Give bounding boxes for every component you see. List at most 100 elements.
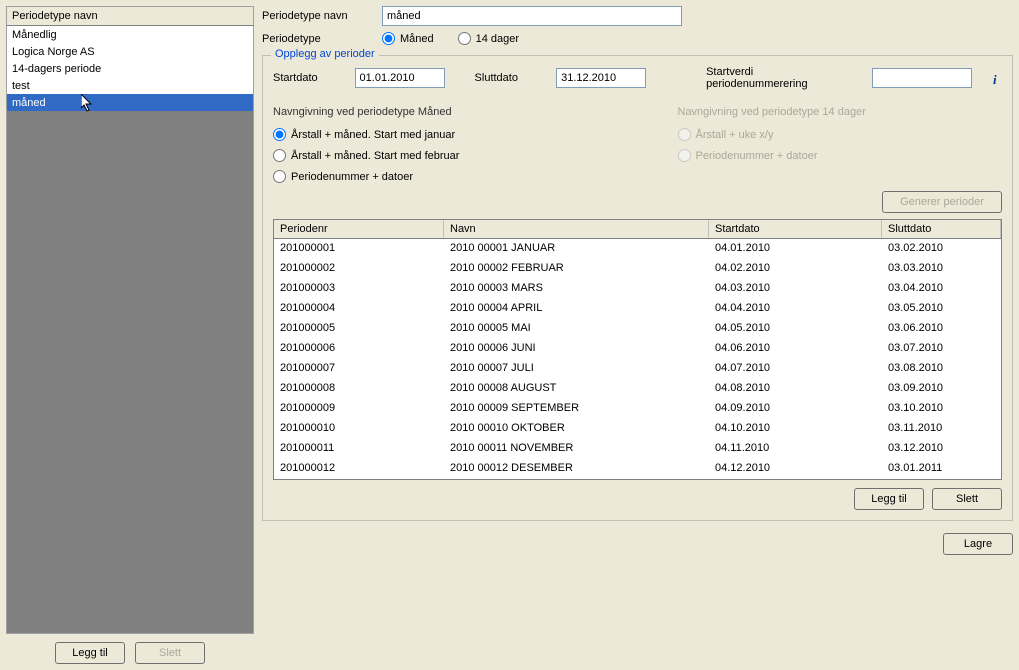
periodetype-listbox[interactable]: Månedlig Logica Norge AS 14-dagers perio… [6,26,254,634]
month-jan-radio-input[interactable] [273,128,286,141]
table-row[interactable]: 2010000092010 00009 SEPTEMBER04.09.20100… [274,399,1001,419]
list-item[interactable]: test [7,77,253,94]
table-cell: 04.12.2010 [709,459,882,479]
table-cell: 03.08.2010 [882,359,1001,379]
table-cell: 201000007 [274,359,444,379]
table-cell: 201000009 [274,399,444,419]
table-cell: 201000008 [274,379,444,399]
left-add-button[interactable]: Legg til [55,642,125,664]
th-periodenr[interactable]: Periodenr [274,220,444,238]
startdate-input[interactable] [355,68,445,88]
startnum-input[interactable] [872,68,972,88]
table-row[interactable]: 2010000082010 00008 AUGUST04.08.201003.0… [274,379,1001,399]
month-num-radio[interactable]: Periodenummer + datoer [273,170,598,183]
table-cell: 04.07.2010 [709,359,882,379]
table-cell: 201000006 [274,339,444,359]
month-num-radio-input[interactable] [273,170,286,183]
table-row[interactable]: 2010000052010 00005 MAI04.05.201003.06.2… [274,319,1001,339]
table-row[interactable]: 2010000062010 00006 JUNI04.06.201003.07.… [274,339,1001,359]
14-num-radio-input [678,149,691,162]
list-item[interactable]: Månedlig [7,26,253,43]
list-item[interactable]: 14-dagers periode [7,60,253,77]
month-num-label: Periodenummer + datoer [291,171,413,183]
table-cell: 2010 00007 JULI [444,359,709,379]
th-startdato[interactable]: Startdato [709,220,882,238]
table-cell: 201000005 [274,319,444,339]
table-header-row: Periodenr Navn Startdato Sluttdato [274,220,1001,239]
table-cell: 04.02.2010 [709,259,882,279]
table-cell: 2010 00008 AUGUST [444,379,709,399]
table-cell: 201000012 [274,459,444,479]
naming-14-options: Årstall + uke x/y Periodenummer + datoer [678,128,1003,162]
month-jan-radio[interactable]: Årstall + måned. Start med januar [273,128,598,141]
periodetype-list-header: Periodetype navn [6,6,254,26]
table-cell: 201000003 [274,279,444,299]
name-row: Periodetype navn [262,6,1013,26]
14-num-label: Periodenummer + datoer [696,150,818,162]
footer-row: Lagre [262,527,1013,555]
save-button[interactable]: Lagre [943,533,1013,555]
table-cell: 201000001 [274,239,444,259]
left-panel: Periodetype navn Månedlig Logica Norge A… [6,6,254,664]
table-row[interactable]: 2010000122010 00012 DESEMBER04.12.201003… [274,459,1001,479]
table-row[interactable]: 2010000012010 00001 JANUAR04.01.201003.0… [274,239,1001,259]
14-week-radio: Årstall + uke x/y [678,128,1003,141]
th-sluttdato[interactable]: Sluttdato [882,220,1001,238]
periods-table: Periodenr Navn Startdato Sluttdato 20100… [273,219,1002,480]
naming-month-heading: Navngivning ved periodetype Måned [273,106,598,118]
naming-14-heading: Navngivning ved periodetype 14 dager [678,106,1003,118]
listbox-items: Månedlig Logica Norge AS 14-dagers perio… [7,26,253,111]
table-cell: 03.07.2010 [882,339,1001,359]
period-setup-fieldset: Opplegg av perioder Startdato Sluttdato … [262,55,1013,521]
table-row[interactable]: 2010000032010 00003 MARS04.03.201003.04.… [274,279,1001,299]
list-item[interactable]: Logica Norge AS [7,43,253,60]
month-feb-label: Årstall + måned. Start med februar [291,150,459,162]
14-week-radio-input [678,128,691,141]
table-delete-button[interactable]: Slett [932,488,1002,510]
type-14-radio-input[interactable] [458,32,471,45]
th-navn[interactable]: Navn [444,220,709,238]
table-row[interactable]: 2010000112010 00011 NOVEMBER04.11.201003… [274,439,1001,459]
14-week-label: Årstall + uke x/y [696,129,774,141]
right-panel: Periodetype navn Periodetype Måned 14 da… [262,6,1013,664]
table-cell: 03.06.2010 [882,319,1001,339]
startdate-label: Startdato [273,72,345,84]
table-cell: 04.06.2010 [709,339,882,359]
table-cell: 03.11.2010 [882,419,1001,439]
type-month-radio[interactable]: Måned [382,32,434,45]
table-cell: 03.04.2010 [882,279,1001,299]
list-item-selected[interactable]: måned [7,94,253,111]
table-cell: 04.04.2010 [709,299,882,319]
type-14-label: 14 dager [476,33,519,45]
month-feb-radio-input[interactable] [273,149,286,162]
table-body[interactable]: 2010000012010 00001 JANUAR04.01.201003.0… [274,239,1001,479]
table-row[interactable]: 2010000102010 00010 OKTOBER04.10.201003.… [274,419,1001,439]
table-cell: 03.10.2010 [882,399,1001,419]
mouse-cursor-icon [81,94,95,116]
table-cell: 2010 00009 SEPTEMBER [444,399,709,419]
enddate-input[interactable] [556,68,646,88]
name-input[interactable] [382,6,682,26]
table-cell: 2010 00005 MAI [444,319,709,339]
table-add-button[interactable]: Legg til [854,488,924,510]
table-cell: 03.01.2011 [882,459,1001,479]
table-row[interactable]: 2010000042010 00004 APRIL04.04.201003.05… [274,299,1001,319]
month-feb-radio[interactable]: Årstall + måned. Start med februar [273,149,598,162]
table-row[interactable]: 2010000072010 00007 JULI04.07.201003.08.… [274,359,1001,379]
table-cell: 2010 00002 FEBRUAR [444,259,709,279]
table-cell: 03.12.2010 [882,439,1001,459]
type-month-radio-input[interactable] [382,32,395,45]
table-cell: 2010 00001 JANUAR [444,239,709,259]
table-row[interactable]: 2010000022010 00002 FEBRUAR04.02.201003.… [274,259,1001,279]
table-cell: 04.11.2010 [709,439,882,459]
generate-button[interactable]: Generer perioder [882,191,1002,213]
14-num-radio: Periodenummer + datoer [678,149,1003,162]
table-cell: 2010 00006 JUNI [444,339,709,359]
main-dialog: Periodetype navn Månedlig Logica Norge A… [0,0,1019,670]
info-icon[interactable]: i [988,72,1002,88]
left-delete-button[interactable]: Slett [135,642,205,664]
naming-columns: Navngivning ved periodetype Måned Årstal… [273,106,1002,183]
name-label: Periodetype navn [262,10,382,22]
type-14-radio[interactable]: 14 dager [458,32,519,45]
type-row: Periodetype Måned 14 dager [262,32,1013,45]
